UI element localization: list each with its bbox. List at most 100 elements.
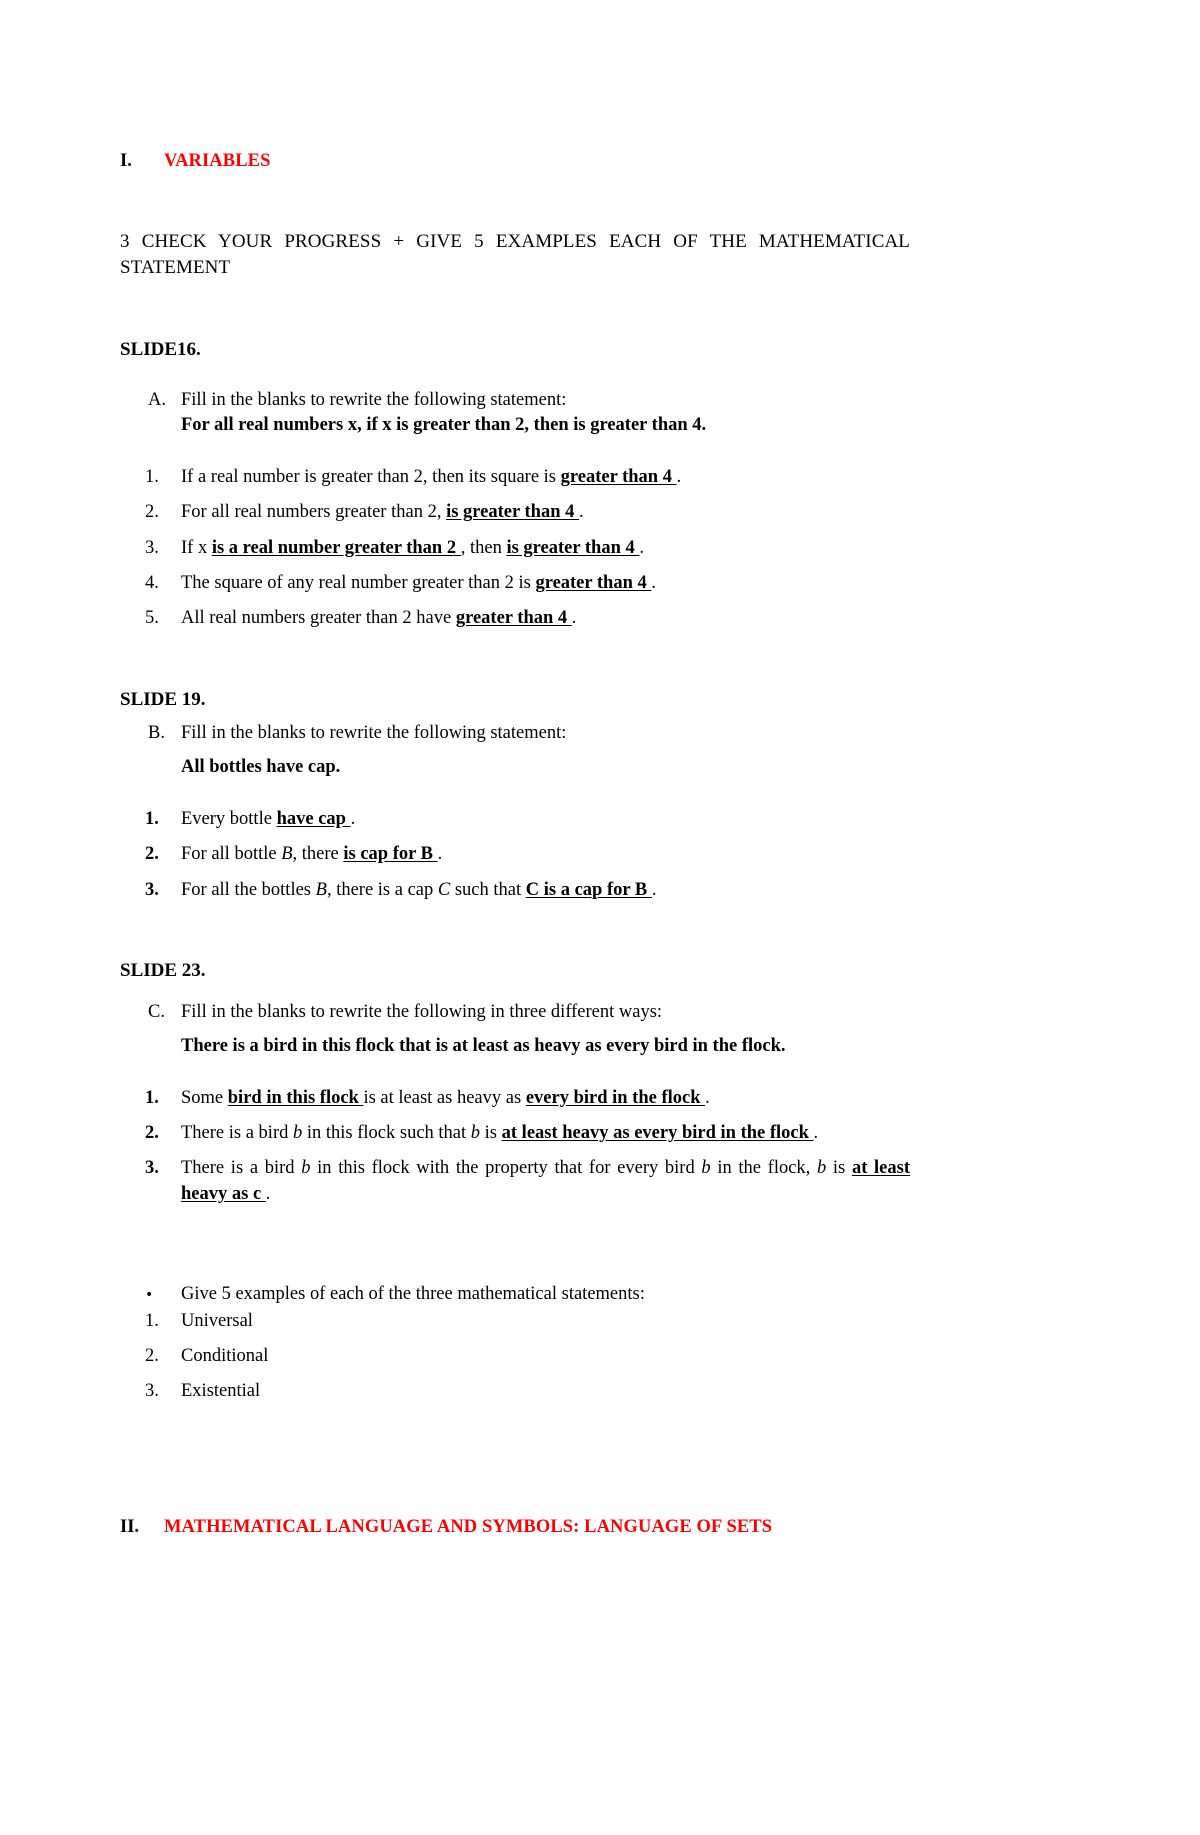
list-item-text: Universal — [181, 1310, 253, 1331]
fill-blank: bird in this flock — [227, 1087, 364, 1108]
list-item-text: Fill in the blanks to rewrite the follow… — [181, 390, 567, 411]
slide19-answer-1: 1. Every bottle have cap . — [120, 806, 910, 832]
math-variable: B — [315, 879, 327, 900]
answer-prefix-2: in this flock such that — [302, 1122, 471, 1143]
slide23-answer-3: 3. There is a bird b in this flock with … — [120, 1155, 910, 1208]
slide16-answer-2: 2. For all real numbers greater than 2, … — [120, 499, 910, 525]
section-title: MATHEMATICAL LANGUAGE AND SYMBOLS: LANGU… — [164, 1517, 773, 1538]
answer-suffix: . — [676, 467, 682, 488]
math-variable: C — [437, 879, 451, 900]
slide19-statement: All bottles have cap. — [181, 757, 341, 778]
examples-item-3: 3. Existential — [120, 1378, 910, 1404]
examples-item-1: 1. Universal — [120, 1308, 910, 1334]
answer-prefix: For all real numbers greater than 2, — [181, 502, 447, 523]
slide23-answer-1: 1. Some bird in this flock is at least a… — [120, 1085, 910, 1111]
slide16-answer-1: 1. If a real number is greater than 2, t… — [120, 464, 910, 490]
slide16-answer-4: 4. The square of any real number greater… — [120, 570, 910, 596]
list-item-text: Existential — [181, 1381, 261, 1402]
list-item-text: Every bottle have cap . — [181, 806, 910, 832]
answer-prefix: There is a bird — [181, 1122, 293, 1143]
slide16-heading: SLIDE16. — [120, 338, 201, 360]
fill-blank: every bird in the flock — [525, 1087, 706, 1108]
list-marker: 1. — [145, 1087, 159, 1108]
section-numeral: II. — [120, 1517, 140, 1538]
list-marker: A. — [148, 390, 166, 411]
fill-blank: is cap for B — [343, 844, 438, 865]
answer-suffix: . — [579, 502, 584, 523]
list-item-text: Fill in the blanks to rewrite the follow… — [181, 1001, 663, 1022]
list-marker: 2. — [145, 844, 159, 865]
fill-blank: have cap — [276, 809, 351, 830]
answer-prefix-2: , there — [292, 844, 344, 865]
fill-blank: at least heavy as every bird in the floc… — [501, 1122, 814, 1143]
slide19-item-b: B. Fill in the blanks to rewrite the fol… — [120, 721, 910, 746]
intro-paragraph: 3 CHECK YOUR PROGRESS + GIVE 5 EXAMPLES … — [120, 231, 910, 279]
list-item-text: Fill in the blanks to rewrite the follow… — [181, 723, 567, 744]
slide19-heading: SLIDE 19. — [120, 688, 206, 710]
answer-prefix: The square of any real number greater th… — [181, 572, 536, 593]
answer-prefix: If x — [181, 537, 212, 558]
list-item-text: Conditional — [181, 1345, 269, 1366]
math-variable: b — [816, 1158, 827, 1179]
slide23-statement: There is a bird in this flock that is at… — [181, 1035, 786, 1056]
answer-prefix-2: in this flock with the property that for… — [310, 1158, 702, 1179]
list-item-text: If x is a real number greater than 2 , t… — [181, 535, 910, 561]
list-marker: 5. — [145, 608, 159, 629]
list-marker: 1. — [145, 809, 159, 830]
list-item-text: For all the bottles B, there is a cap C … — [181, 877, 910, 903]
math-variable: b — [701, 1158, 711, 1179]
slide16-answer-3: 3. If x is a real number greater than 2 … — [120, 535, 910, 561]
fill-blank: greater than 4 — [560, 467, 677, 488]
slide19-answer-2: 2. For all bottle B, there is cap for B … — [120, 841, 910, 867]
list-marker: 3. — [145, 1158, 159, 1179]
list-item-text: There is a bird b in this flock such tha… — [181, 1120, 910, 1146]
list-item-text: For all bottle B, there is cap for B . — [181, 841, 910, 867]
answer-suffix: . — [639, 537, 644, 558]
answer-prefix-3: in the flock, — [710, 1158, 817, 1179]
list-marker: 4. — [145, 572, 159, 593]
answer-suffix: . — [265, 1184, 271, 1205]
answer-prefix: There is a bird — [181, 1158, 302, 1179]
list-item-text: Give 5 examples of each of the three mat… — [181, 1283, 645, 1304]
list-marker: C. — [148, 1001, 165, 1022]
list-marker: 3. — [145, 879, 159, 900]
fill-blank: is greater than 4 — [446, 502, 579, 523]
section-heading-variables: I. VARIABLES — [120, 150, 910, 173]
answer-suffix: . — [571, 608, 577, 629]
list-marker: 2. — [145, 502, 159, 523]
section-title: VARIABLES — [164, 151, 271, 171]
list-item-text: For all real numbers greater than 2, is … — [181, 499, 910, 525]
list-item-text: There is a bird b in this flock with the… — [181, 1155, 910, 1208]
answer-prefix-4: is — [826, 1158, 852, 1179]
fill-blank: greater than 4 — [535, 572, 652, 593]
list-item-text: Some bird in this flock is at least as h… — [181, 1085, 910, 1111]
slide16-statement: For all real numbers x, if x is greater … — [181, 415, 707, 436]
list-marker: 1. — [145, 467, 159, 488]
list-item-text: If a real number is greater than 2, then… — [181, 464, 910, 490]
answer-suffix: . — [651, 879, 657, 900]
answer-suffix: . — [651, 572, 657, 593]
math-variable: B — [281, 844, 293, 865]
answer-suffix: . — [350, 809, 356, 830]
fill-blank: is a real number greater than 2 — [211, 537, 461, 558]
answer-prefix-2: , there is a cap — [326, 879, 438, 900]
list-item-text: All real numbers greater than 2 have gre… — [181, 605, 910, 631]
answer-prefix-3: such that — [450, 879, 526, 900]
slide23-answer-2: 2. There is a bird b in this flock such … — [120, 1120, 910, 1146]
list-marker: 2. — [145, 1345, 159, 1366]
list-item-text: The square of any real number greater th… — [181, 570, 910, 596]
slide16-answer-5: 5. All real numbers greater than 2 have … — [120, 605, 910, 631]
answer-prefix: For all the bottles — [181, 879, 316, 900]
